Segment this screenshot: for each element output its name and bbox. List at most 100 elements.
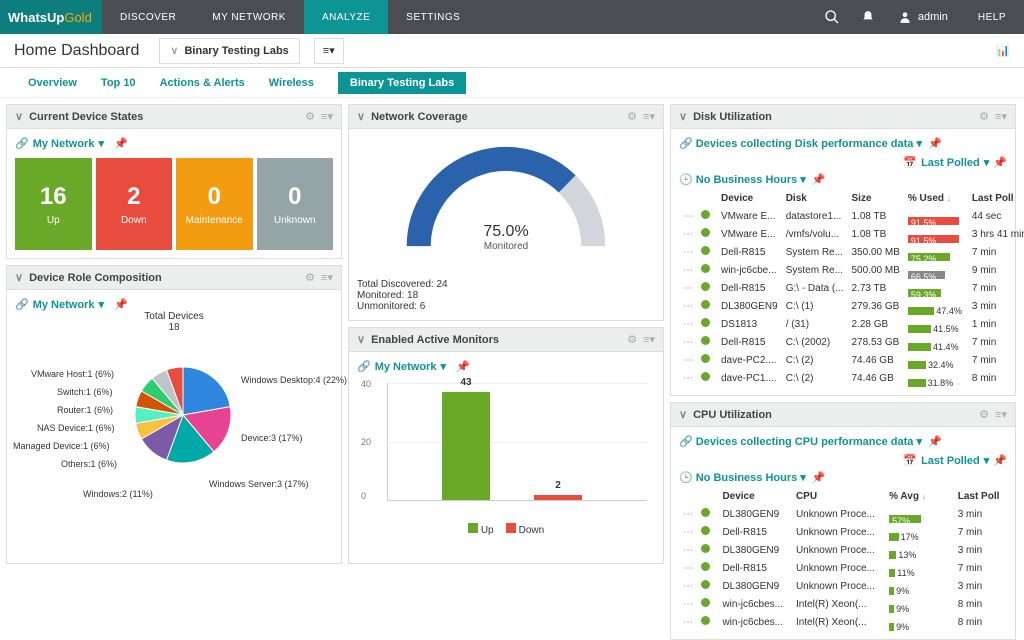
devices-link[interactable]: 🔗 Devices collecting CPU performance dat…: [679, 435, 922, 448]
table-row[interactable]: ⋯DL380GEN9Unknown Proce...9%3 min: [679, 577, 1007, 595]
table-row[interactable]: ⋯VMware E...datastore1...1.08 TB91.5%44 …: [679, 207, 1024, 225]
widget-network-coverage: ∨Network Coverage⚙≡▾ 75.0% Monitored Tot…: [348, 104, 664, 321]
gear-icon[interactable]: ⚙: [979, 110, 989, 123]
bar-down: [534, 495, 582, 500]
pin-icon[interactable]: 📌: [993, 156, 1007, 169]
second-toolbar: Home Dashboard ∨Binary Testing Labs ≡▾ 📊: [0, 34, 1024, 68]
calendar-icon[interactable]: 📅: [903, 156, 917, 169]
pin-icon[interactable]: 📌: [812, 173, 826, 186]
logo[interactable]: WhatsUpGold: [0, 0, 102, 34]
gauge-value: 75.0%: [483, 223, 528, 241]
pie-label: NAS Device:1 (6%): [37, 423, 115, 433]
gear-icon[interactable]: ⚙: [979, 408, 989, 421]
widget-enabled-active-monitors: ∨Enabled Active Monitors⚙≡▾ 🔗 My Network…: [348, 327, 664, 564]
gear-icon[interactable]: ⚙: [627, 110, 637, 123]
pie-label: VMware Host:1 (6%): [31, 369, 114, 379]
scope-my-network[interactable]: 🔗 My Network ▾ 📌: [357, 360, 655, 373]
tab-top10[interactable]: Top 10: [101, 77, 136, 89]
widget-title: Current Device States: [29, 111, 143, 123]
pie-label: Device:3 (17%): [241, 433, 303, 443]
devices-link[interactable]: 🔗 Devices collecting Disk performance da…: [679, 137, 922, 150]
context-selector[interactable]: ∨Binary Testing Labs: [159, 38, 299, 64]
pin-icon[interactable]: 📌: [114, 298, 128, 311]
menu-icon[interactable]: ≡▾: [321, 271, 333, 284]
table-row[interactable]: ⋯DS1813/ (31)2.28 GB41.5%1 min: [679, 315, 1024, 333]
bell-icon[interactable]: [850, 0, 886, 34]
user-menu[interactable]: admin: [886, 10, 960, 24]
tile-unknown[interactable]: 0Unknown: [257, 158, 334, 250]
table-row[interactable]: ⋯Dell-R815C:\ (2002)278.53 GB41.4%7 min: [679, 333, 1024, 351]
menu-icon[interactable]: ≡▾: [643, 110, 655, 123]
table-row[interactable]: ⋯Dell-R815System Re...350.00 MB75.2%7 mi…: [679, 243, 1024, 261]
col-device[interactable]: Device: [718, 488, 792, 505]
table-row[interactable]: ⋯VMware E.../vmfs/volu...1.08 TB91.5%3 h…: [679, 225, 1024, 243]
total-devices-label: Total Devices18: [15, 311, 333, 333]
search-icon[interactable]: [814, 0, 850, 34]
tab-overview[interactable]: Overview: [28, 77, 77, 89]
gear-icon[interactable]: ⚙: [305, 271, 315, 284]
nav-analyze[interactable]: ANALYZE: [304, 0, 388, 34]
table-row[interactable]: ⋯win-jc6cbe...System Re...500.00 MB66.5%…: [679, 261, 1024, 279]
menu-icon[interactable]: ≡▾: [643, 333, 655, 346]
nav-my-network[interactable]: MY NETWORK: [194, 0, 304, 34]
col-cpu[interactable]: CPU: [792, 488, 885, 505]
table-row[interactable]: ⋯Dell-R815Unknown Proce...11%7 min: [679, 559, 1007, 577]
nav-discover[interactable]: DISCOVER: [102, 0, 194, 34]
menu-icon[interactable]: ≡▾: [995, 408, 1007, 421]
table-row[interactable]: ⋯dave-PC2....C:\ (2)74.46 GB32.4%7 min: [679, 351, 1024, 369]
tab-binary-testing-labs[interactable]: Binary Testing Labs: [338, 72, 466, 94]
pin-icon[interactable]: 📌: [928, 137, 942, 150]
gear-icon[interactable]: ⚙: [627, 333, 637, 346]
list-icon[interactable]: ≡▾: [314, 38, 344, 64]
menu-icon[interactable]: ≡▾: [321, 110, 333, 123]
col-last-poll[interactable]: Last Poll: [954, 488, 1007, 505]
cpu-table: Device CPU % Avg ↓ Last Poll ⋯DL380GEN9U…: [679, 488, 1007, 631]
pie-chart: [133, 365, 233, 465]
widget-device-role-composition: ∨Device Role Composition⚙≡▾ 🔗 My Network…: [6, 265, 342, 564]
pin-icon[interactable]: 📌: [812, 471, 826, 484]
pie-label: Windows:2 (11%): [83, 489, 153, 499]
table-row[interactable]: ⋯DL380GEN9Unknown Proce...57%3 min: [679, 505, 1007, 523]
bar-up: [442, 392, 490, 500]
top-nav: DISCOVER MY NETWORK ANALYZE SETTINGS: [102, 0, 478, 34]
table-row[interactable]: ⋯DL380GEN9Unknown Proce...13%3 min: [679, 541, 1007, 559]
scope-my-network[interactable]: 🔗 My Network ▾ 📌: [15, 137, 333, 150]
tab-actions-alerts[interactable]: Actions & Alerts: [160, 77, 245, 89]
table-row[interactable]: ⋯DL380GEN9C:\ (1)279.36 GB47.4%3 min: [679, 297, 1024, 315]
col-pct-avg[interactable]: % Avg ↓: [885, 488, 954, 505]
widget-title: Network Coverage: [371, 111, 468, 123]
col-disk[interactable]: Disk: [782, 190, 848, 207]
col-last-poll[interactable]: Last Poll: [968, 190, 1024, 207]
chart-icon[interactable]: 📊: [996, 44, 1010, 57]
business-hours-link[interactable]: 🕒 No Business Hours ▾: [679, 173, 806, 186]
pie-label: Windows Server:3 (17%): [209, 479, 309, 489]
business-hours-link[interactable]: 🕒 No Business Hours ▾: [679, 471, 806, 484]
table-row[interactable]: ⋯win-jc6cbes...Intel(R) Xeon(...9%8 min: [679, 613, 1007, 631]
tile-up[interactable]: 16Up: [15, 158, 92, 250]
pin-icon[interactable]: 📌: [114, 137, 128, 150]
gauge-label: Monitored: [484, 241, 528, 252]
tile-down[interactable]: 2Down: [96, 158, 173, 250]
pie-label: Router:1 (6%): [57, 405, 113, 415]
table-row[interactable]: ⋯Dell-R815Unknown Proce...17%7 min: [679, 523, 1007, 541]
table-row[interactable]: ⋯dave-PC1....C:\ (2)74.46 GB31.8%8 min: [679, 369, 1024, 387]
col-device[interactable]: Device: [717, 190, 782, 207]
calendar-icon[interactable]: 📅: [903, 454, 917, 467]
table-row[interactable]: ⋯win-jc6cbes...Intel(R) Xeon(...9%8 min: [679, 595, 1007, 613]
pin-icon[interactable]: 📌: [993, 454, 1007, 467]
pin-icon[interactable]: 📌: [928, 435, 942, 448]
widget-title: Device Role Composition: [29, 272, 162, 284]
help-link[interactable]: HELP: [960, 0, 1024, 34]
menu-icon[interactable]: ≡▾: [995, 110, 1007, 123]
scope-my-network[interactable]: 🔗 My Network ▾ 📌: [15, 298, 333, 311]
tab-wireless[interactable]: Wireless: [269, 77, 314, 89]
topbar: WhatsUpGold DISCOVER MY NETWORK ANALYZE …: [0, 0, 1024, 34]
pie-label: Managed Device:1 (6%): [13, 441, 110, 451]
table-row[interactable]: ⋯Dell-R815G:\ - Data (...2.73 TB59.3%7 m…: [679, 279, 1024, 297]
gear-icon[interactable]: ⚙: [305, 110, 315, 123]
nav-settings[interactable]: SETTINGS: [388, 0, 478, 34]
pin-icon[interactable]: 📌: [456, 360, 470, 373]
col-pct-used[interactable]: % Used ↓: [904, 190, 968, 207]
col-size[interactable]: Size: [848, 190, 904, 207]
tile-maintenance[interactable]: 0Maintenance: [176, 158, 253, 250]
